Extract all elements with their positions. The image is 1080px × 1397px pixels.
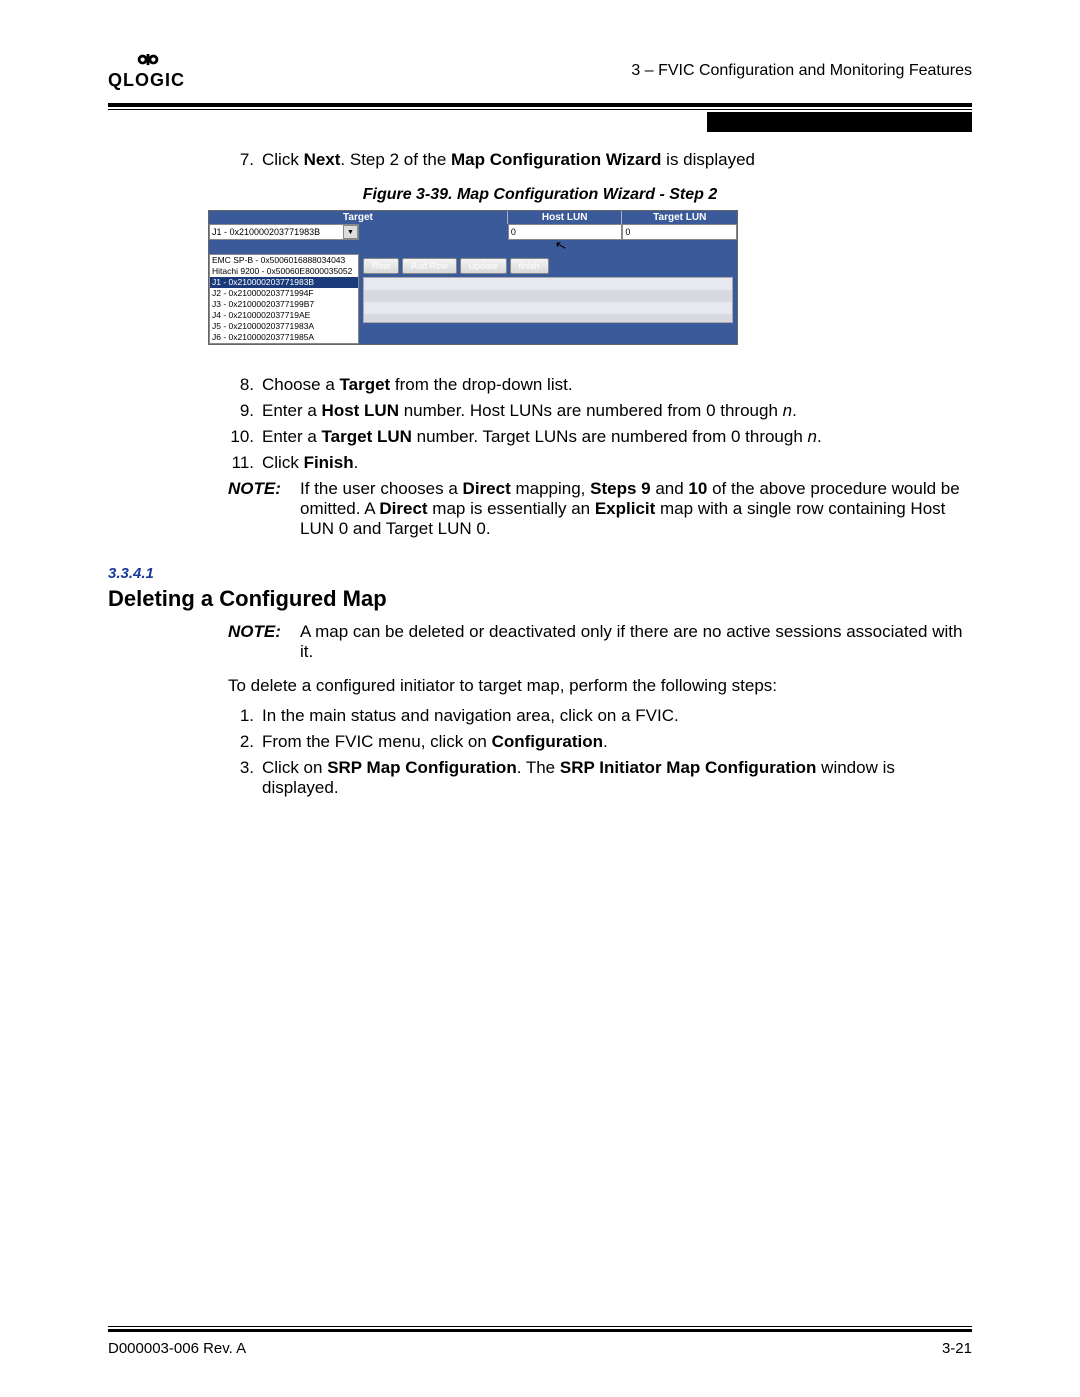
- footer-page-num: 3-21: [942, 1340, 972, 1357]
- step-text: In the main status and navigation area, …: [262, 706, 972, 726]
- col-header-hostlun: Host LUN: [508, 211, 623, 224]
- list-item[interactable]: J6 - 0x210000203771985A: [210, 332, 358, 343]
- row-button[interactable]: Row: [363, 258, 399, 274]
- numbered-step: 11.Click Finish.: [228, 453, 972, 473]
- logo-text: QLOGIC: [108, 70, 185, 90]
- target-lun-input[interactable]: 0: [622, 224, 737, 240]
- list-item[interactable]: Hitachi 9200 - 0x50060E8000035052: [210, 266, 358, 277]
- footer-doc-id: D000003-006 Rev. A: [108, 1340, 246, 1357]
- section-number: 3.3.4.1: [108, 565, 972, 582]
- step-number: 7.: [228, 150, 262, 170]
- redaction-bar: [707, 112, 972, 132]
- note-text: If the user chooses a Direct mapping, St…: [300, 479, 972, 539]
- logo-icon: ⚮: [108, 50, 185, 70]
- numbered-step: 8.Choose a Target from the drop-down lis…: [228, 375, 972, 395]
- chevron-down-icon[interactable]: ▼: [343, 225, 358, 239]
- list-item[interactable]: J5 - 0x210000203771983A: [210, 321, 358, 332]
- target-dropdown[interactable]: J1 - 0x210000203771983B ▼: [209, 224, 359, 240]
- wizard-screenshot: Target Host LUN Target LUN J1 - 0x210000…: [208, 210, 738, 345]
- step-number: 9.: [228, 401, 262, 421]
- wizard-header-row: Target Host LUN Target LUN: [209, 211, 737, 224]
- chapter-title: 3 – FVIC Configuration and Monitoring Fe…: [631, 62, 972, 80]
- list-item[interactable]: J1 - 0x210000203771983B: [210, 277, 358, 288]
- section-title: Deleting a Configured Map: [108, 586, 972, 612]
- note-text: A map can be deleted or deactivated only…: [300, 622, 972, 662]
- step-text: Choose a Target from the drop-down list.: [262, 375, 972, 395]
- result-grid: [363, 277, 733, 323]
- add-row-button[interactable]: Add Row: [402, 258, 457, 274]
- step-text: Click on SRP Map Configuration. The SRP …: [262, 758, 972, 798]
- list-item[interactable]: EMC SP-B - 0x5006016888034043: [210, 255, 358, 266]
- step-number: 8.: [228, 375, 262, 395]
- step-text: Enter a Target LUN number. Target LUNs a…: [262, 427, 972, 447]
- list-item[interactable]: J3 - 0x21000020377199B7: [210, 299, 358, 310]
- numbered-step: 9.Enter a Host LUN number. Host LUNs are…: [228, 401, 972, 421]
- note-label: NOTE:: [228, 622, 300, 662]
- update-button[interactable]: Update: [460, 258, 507, 274]
- numbered-step: 2.From the FVIC menu, click on Configura…: [228, 732, 972, 752]
- brand-logo: ⚮ QLOGIC: [108, 50, 185, 91]
- step-number: 2.: [228, 732, 262, 752]
- step-text: Click Next. Step 2 of the Map Configurat…: [262, 150, 972, 170]
- note-label: NOTE:: [228, 479, 300, 539]
- step-text: Click Finish.: [262, 453, 972, 473]
- col-header-target: Target: [209, 211, 508, 224]
- step-text: Enter a Host LUN number. Host LUNs are n…: [262, 401, 972, 421]
- step-7: 7. Click Next. Step 2 of the Map Configu…: [228, 150, 972, 170]
- lead-paragraph: To delete a configured initiator to targ…: [108, 676, 972, 696]
- target-listbox[interactable]: EMC SP-B - 0x5006016888034043 Hitachi 92…: [209, 254, 359, 344]
- step-number: 11.: [228, 453, 262, 473]
- col-header-targetlun: Target LUN: [622, 211, 737, 224]
- list-item[interactable]: J2 - 0x210000203771994F: [210, 288, 358, 299]
- step-number: 1.: [228, 706, 262, 726]
- figure-caption: Figure 3-39. Map Configuration Wizard - …: [108, 186, 972, 204]
- dropdown-value: J1 - 0x210000203771983B: [212, 227, 320, 237]
- finish-button[interactable]: finish: [510, 258, 549, 274]
- wizard-input-row: J1 - 0x210000203771983B ▼ 0 0: [209, 224, 737, 240]
- host-lun-input[interactable]: 0: [508, 224, 623, 240]
- step-text: From the FVIC menu, click on Configurati…: [262, 732, 972, 752]
- list-item[interactable]: J4 - 0x2100002037719AE: [210, 310, 358, 321]
- numbered-step: 1.In the main status and navigation area…: [228, 706, 972, 726]
- numbered-step: 10.Enter a Target LUN number. Target LUN…: [228, 427, 972, 447]
- step-number: 10.: [228, 427, 262, 447]
- step-number: 3.: [228, 758, 262, 798]
- numbered-step: 3.Click on SRP Map Configuration. The SR…: [228, 758, 972, 798]
